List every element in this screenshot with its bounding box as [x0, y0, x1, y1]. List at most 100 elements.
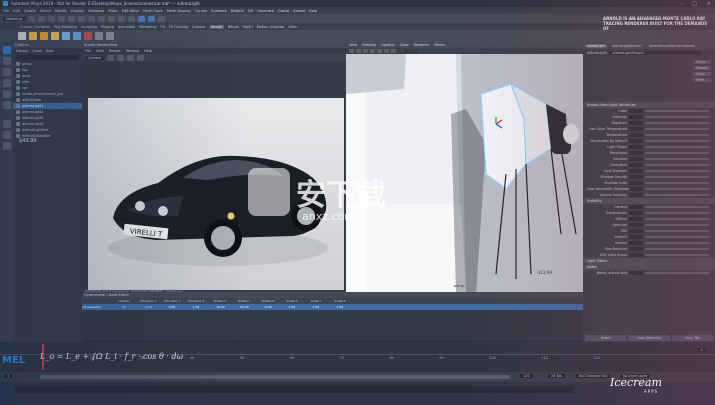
standard-surface-icon[interactable]: [84, 32, 92, 40]
column-header[interactable]: Translate X: [136, 299, 160, 303]
shelf-tab-bifrost[interactable]: Bifrost: [228, 25, 239, 29]
attr-value-field[interactable]: [629, 133, 643, 137]
range-start-field[interactable]: 1: [4, 374, 13, 378]
minimize-button[interactable]: –: [678, 1, 687, 7]
fps-dropdown[interactable]: 24 fps: [548, 374, 565, 378]
shadows-icon[interactable]: [384, 49, 389, 53]
channel-cell[interactable]: 1.00: [280, 305, 304, 309]
column-header[interactable]: Translate Y: [160, 299, 184, 303]
attr-slider[interactable]: [645, 116, 709, 118]
attr-slider[interactable]: [645, 146, 709, 148]
select-button[interactable]: Select: [585, 335, 627, 341]
attr-slider[interactable]: [645, 128, 709, 130]
redo-icon[interactable]: [67, 15, 75, 22]
attr-value-field[interactable]: [629, 211, 643, 215]
character-set-dropdown[interactable]: No Character Set: [576, 374, 611, 378]
outliner-menu-display[interactable]: Display: [16, 49, 29, 53]
presets-button[interactable]: Presets: [693, 66, 711, 70]
column-header[interactable]: Scale Z: [328, 299, 352, 303]
attr-slider[interactable]: [645, 194, 709, 196]
attr-value-field[interactable]: [629, 151, 643, 155]
snap-point-icon[interactable]: [127, 15, 135, 22]
channel-cell[interactable]: -60.00: [232, 305, 256, 309]
attr-value-field[interactable]: [629, 253, 643, 257]
shelf-tab-arnold[interactable]: Arnold: [208, 24, 224, 29]
menu-file[interactable]: File: [3, 9, 9, 13]
attr-slider[interactable]: [645, 254, 709, 256]
render-settings-icon[interactable]: [157, 15, 165, 22]
select-tool-icon[interactable]: [2, 46, 11, 54]
attr-tab-aiarealightshape1[interactable]: aiAreaLightShape1: [610, 44, 644, 48]
attr-value-field[interactable]: [629, 169, 643, 173]
select-hierarchy-icon[interactable]: [77, 15, 85, 22]
channel-cell[interactable]: 1.36: [184, 305, 208, 309]
load-attributes-button[interactable]: Load Attributes: [628, 335, 670, 341]
two-view-layout-icon[interactable]: [2, 142, 11, 150]
open-scene-icon[interactable]: [37, 15, 45, 22]
snap-curve-icon[interactable]: [117, 15, 125, 22]
menu-cache[interactable]: Cache: [278, 9, 289, 13]
viewport-menu-renderer[interactable]: Renderer: [414, 43, 429, 47]
skydome-light-icon[interactable]: [62, 32, 70, 40]
four-view-layout-icon[interactable]: [2, 131, 11, 139]
attr-value-field[interactable]: [629, 115, 643, 119]
attr-slider[interactable]: [645, 164, 709, 166]
attr-slider[interactable]: [645, 182, 709, 184]
single-perspective-layout-icon[interactable]: [2, 120, 11, 128]
menu-windows[interactable]: Windows: [88, 9, 104, 13]
shelf-tab-xgen[interactable]: XGen: [288, 25, 297, 29]
viewport-menu-panels[interactable]: Panels: [434, 43, 445, 47]
row-node-name[interactable]: aiAreaLight1: [82, 305, 112, 309]
area-light-icon[interactable]: [29, 32, 37, 40]
attr-value-field[interactable]: [629, 217, 643, 221]
menu-curves[interactable]: Curves: [195, 9, 207, 13]
outliner-menu-help[interactable]: Help: [46, 49, 54, 53]
attr-tab-aiarealight[interactable]: aiAreaLight: [585, 43, 608, 48]
channel-cell[interactable]: 1.00: [328, 305, 352, 309]
shelf-tab-motion-graphics[interactable]: Motion Graphics: [257, 25, 285, 29]
renderview-menu-view[interactable]: View: [96, 49, 104, 53]
attr-value-field[interactable]: [629, 157, 643, 161]
ipr-render-icon[interactable]: [147, 15, 155, 22]
physical-sky-icon[interactable]: [73, 32, 81, 40]
attr-slider[interactable]: [645, 188, 709, 190]
channel-cell[interactable]: -9.00: [256, 305, 280, 309]
attr-slider[interactable]: [645, 176, 709, 178]
show-button[interactable]: Show: [693, 72, 711, 76]
attr-slider[interactable]: [645, 110, 709, 112]
photometric-light-icon[interactable]: [51, 32, 59, 40]
menu-generate[interactable]: Generate: [257, 9, 274, 13]
shelf-tab-rendering[interactable]: Rendering: [139, 25, 156, 29]
attr-value-field[interactable]: [629, 109, 643, 113]
viewport-menu-view[interactable]: View: [349, 43, 357, 47]
menu-create[interactable]: Create: [24, 9, 36, 13]
range-end-field[interactable]: 120: [520, 374, 533, 378]
snapshot-icon[interactable]: [127, 54, 135, 61]
attr-slider[interactable]: [645, 242, 709, 244]
shelf-tab-fx-caching[interactable]: FX Caching: [169, 25, 188, 29]
renderview-menu-window[interactable]: Window: [126, 49, 139, 53]
attr-slider[interactable]: [645, 248, 709, 250]
attr-slider[interactable]: [645, 140, 709, 142]
select-object-icon[interactable]: [87, 15, 95, 22]
render-current-icon[interactable]: [137, 15, 145, 22]
attr-value-field[interactable]: [629, 175, 643, 179]
attr-tab-defaultarnoldrenderoptions[interactable]: defaultArnoldRenderOptions: [647, 44, 696, 48]
shelf-tab-mash[interactable]: MASH: [243, 25, 253, 29]
scale-tool-icon[interactable]: [2, 101, 11, 109]
textured-icon[interactable]: [370, 49, 375, 53]
attr-slider[interactable]: [645, 212, 709, 214]
copy-tab-button[interactable]: Copy Tab: [671, 335, 713, 341]
attr-value-field[interactable]: [629, 193, 643, 197]
attr-slider[interactable]: [645, 152, 709, 154]
channel-cell[interactable]: on: [112, 305, 136, 309]
command-input[interactable]: [14, 386, 574, 393]
menu-arnold[interactable]: Arnold: [293, 9, 305, 13]
camera-dropdown[interactable]: Camera: [85, 55, 105, 60]
node-name-field[interactable]: aiAreaLightShape1: [609, 51, 701, 55]
attr-slider[interactable]: [645, 224, 709, 226]
maximize-button[interactable]: □: [689, 1, 700, 7]
menu-display[interactable]: Display: [71, 9, 84, 13]
menu-mesh-tools[interactable]: Mesh Tools: [143, 9, 162, 13]
renderview-menu-file[interactable]: File: [85, 49, 91, 53]
